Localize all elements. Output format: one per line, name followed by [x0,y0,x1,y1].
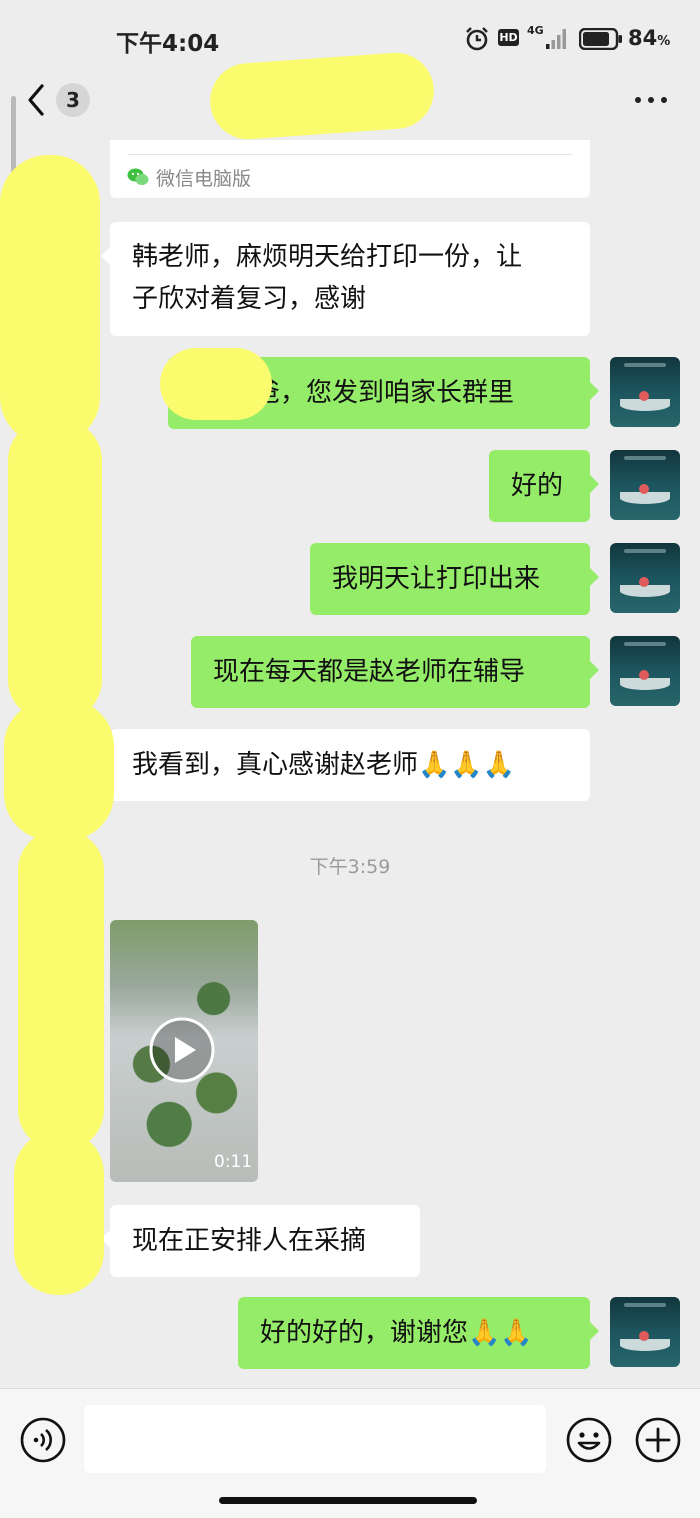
voice-icon [33,1429,52,1451]
card-divider [128,154,572,155]
forwarded-source-label: 微信电脑版 [156,168,252,190]
play-button[interactable] [148,1016,216,1084]
message-text: 好的 [511,471,564,501]
redaction-mark [160,348,272,420]
redaction-mark [8,420,102,720]
my-avatar[interactable] [610,1297,680,1367]
emoji-button[interactable] [565,1416,613,1464]
outgoing-message[interactable]: 好的好的，谢谢您🙏🙏 [238,1297,599,1369]
message-text: 爸，您发到咱家长群里 [254,378,515,408]
hd-badge: HD [498,29,519,46]
unread-count-badge[interactable]: 3 [56,83,90,117]
message-input[interactable] [84,1405,546,1473]
plus-icon [635,1417,681,1463]
message-text: 好的好的，谢谢您🙏🙏 [260,1318,533,1348]
voice-button[interactable] [19,1416,67,1464]
message-text: 现在每天都是赵老师在辅导 [213,657,526,687]
message-text: 我明天让打印出来 [332,564,541,594]
my-avatar[interactable] [610,636,680,706]
home-indicator[interactable] [219,1497,477,1504]
video-duration: 0:11 [214,1152,253,1172]
redaction-mark [14,1130,104,1295]
message-text-line: 韩老师，麻烦明天给打印一份，让 [132,242,523,272]
message-text: 我看到，真心感谢赵老师🙏🙏🙏 [132,750,516,780]
outgoing-message[interactable]: 好的 [489,450,599,522]
my-avatar[interactable] [610,450,680,520]
redaction-mark [4,700,114,840]
network-label: 4G [527,24,544,37]
time-divider: 下午3:59 [309,856,391,878]
message-text: 现在正安排人在采摘 [132,1226,367,1256]
incoming-message[interactable]: 我看到，真心感谢赵老师🙏🙏🙏 [101,729,590,801]
redaction-mark [18,830,104,1150]
alarm-icon [466,27,488,51]
battery-icon [579,28,622,50]
incoming-message[interactable]: 现在正安排人在采摘 [101,1205,420,1277]
battery-percent: 84% [628,26,671,50]
message-text-line: 子欣对着复习，感谢 [132,284,367,314]
more-horizontal-icon [635,97,667,103]
wechat-icon [127,168,149,185]
my-avatar[interactable] [610,543,680,613]
redaction-mark [0,155,100,445]
signal-icon [546,29,566,49]
redaction-mark [207,50,437,142]
more-button[interactable] [632,88,672,112]
emoji-icon [566,1417,612,1463]
plus-button[interactable] [634,1416,682,1464]
chevron-left-icon [28,84,44,116]
forwarded-card[interactable]: 微信电脑版 [110,140,590,198]
outgoing-message[interactable]: 现在每天都是赵老师在辅导 [191,636,599,708]
outgoing-message[interactable]: 我明天让打印出来 [310,543,599,615]
back-button[interactable] [22,82,52,118]
incoming-message[interactable]: 韩老师，麻烦明天给打印一份，让 子欣对着复习，感谢 [101,222,590,336]
my-avatar[interactable] [610,357,680,427]
status-time: 下午4:04 [116,31,220,57]
